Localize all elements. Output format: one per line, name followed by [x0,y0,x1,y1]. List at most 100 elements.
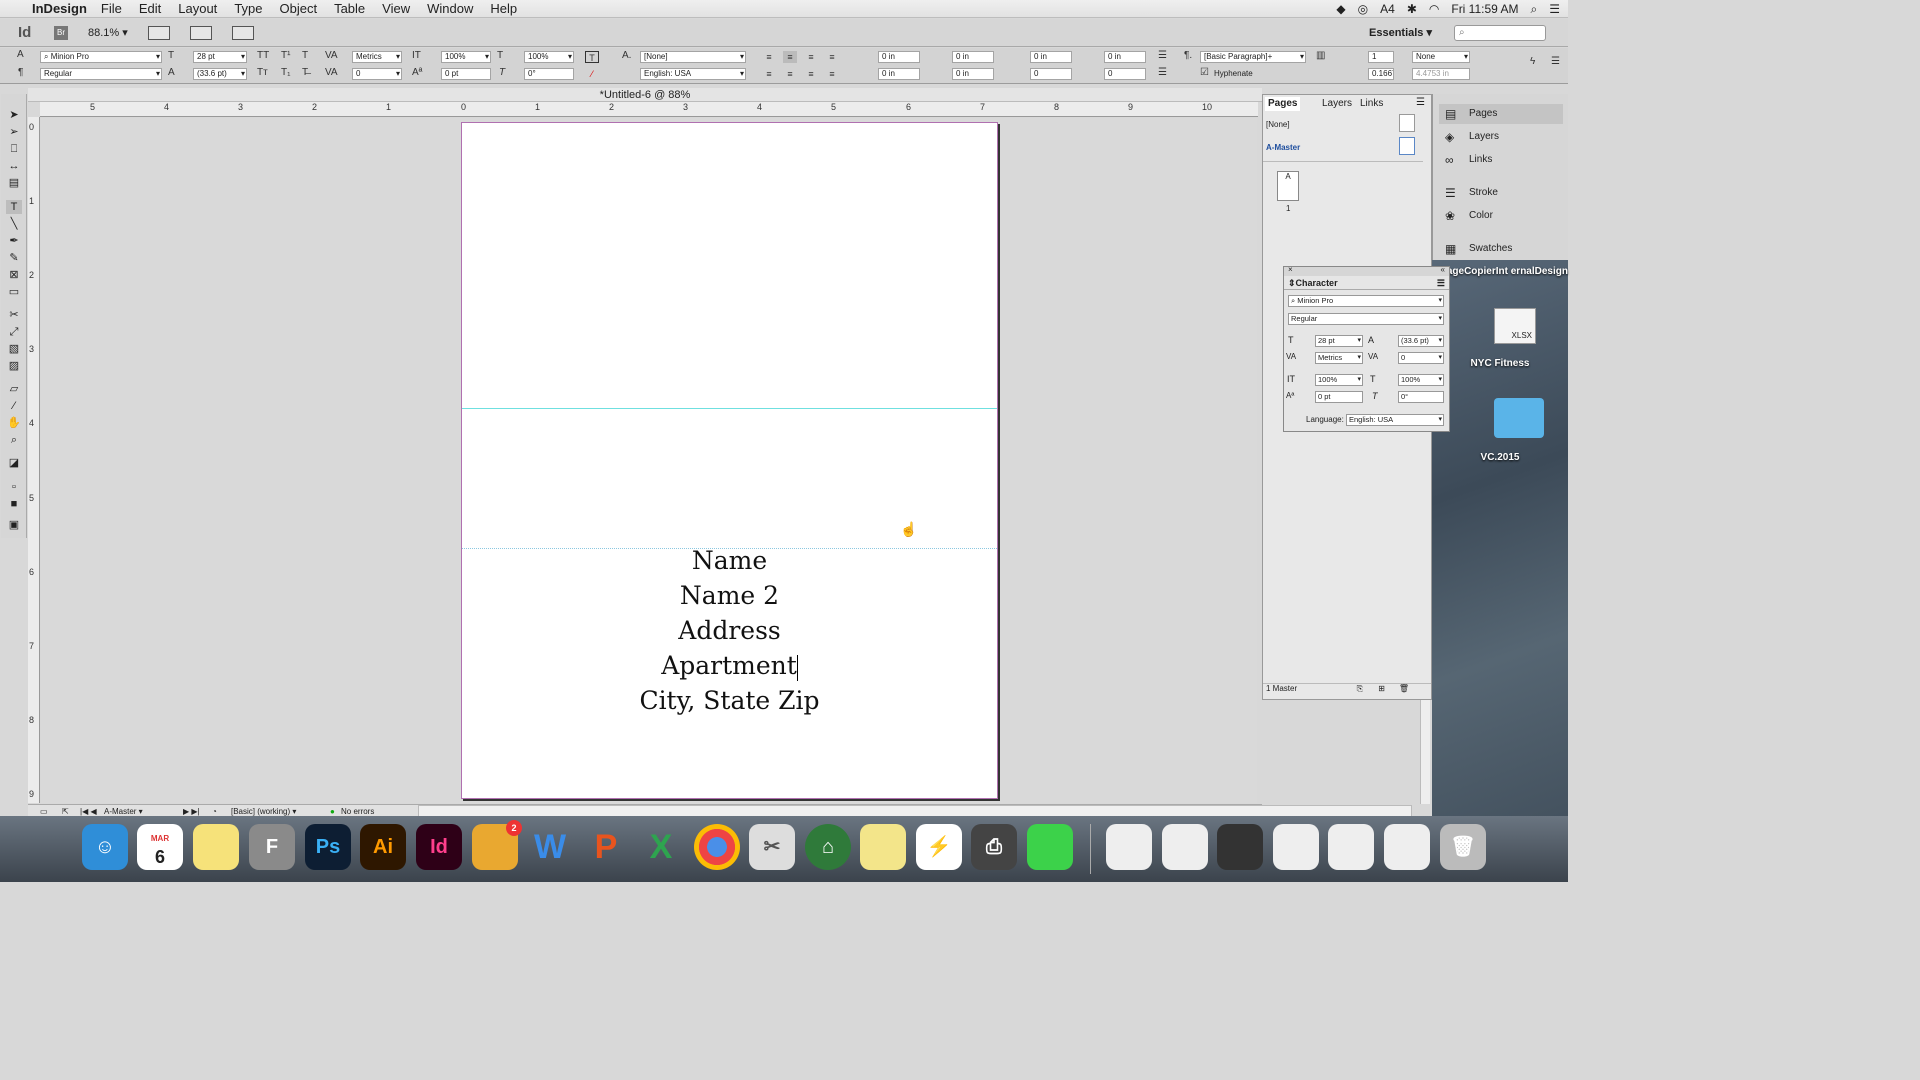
minimized-window-5[interactable] [1328,824,1374,870]
superscript-button[interactable]: T¹ [281,50,290,61]
panel-menu-icon[interactable]: ☰ [1416,97,1425,108]
menu-window[interactable]: Window [427,1,473,16]
skew-field[interactable]: 0° [524,68,574,80]
acrobat-icon[interactable]: ⚡ [916,824,962,870]
adobe-updates-icon[interactable]: Α4 [1380,2,1395,16]
language-select[interactable]: English: USA [640,68,746,80]
formatting-affects-icon[interactable]: ▫ [6,480,22,494]
dock-links[interactable]: ∞ Links [1439,150,1563,170]
numbering-icon[interactable]: ☰ [1158,67,1167,78]
cp-font-family-select[interactable]: ⌕ Minion Pro [1288,295,1444,307]
justify-all-button[interactable]: ≡ [825,68,839,80]
character-mode-icon[interactable]: A [17,49,24,60]
gradient-feather-tool-icon[interactable]: ▨ [6,359,22,373]
columns-field[interactable]: 1 [1368,51,1394,63]
paragraph-mode-icon[interactable]: ¶ [18,67,23,78]
subscript-button[interactable]: T₁ [281,67,290,78]
tracking-field[interactable]: 0 [352,68,402,80]
finder-icon[interactable]: ☺ [82,824,128,870]
tab-links[interactable]: Links [1357,97,1386,111]
horizontal-ruler[interactable]: 5 4 3 2 1 0 1 2 3 4 5 6 7 8 9 10 [40,102,1258,117]
arrange-documents-button[interactable] [231,25,254,40]
hand-tool-icon[interactable]: ✋ [6,416,22,430]
rectangle-frame-tool-icon[interactable]: ⊠ [6,268,22,282]
menu-file[interactable]: File [101,1,122,16]
character-panel-tab[interactable]: ⇕Character ☰ [1284,276,1449,290]
small-caps-button[interactable]: Tт [257,67,268,78]
minimized-window-4[interactable] [1273,824,1319,870]
none-master-thumbnail[interactable] [1399,114,1415,132]
font-size-field[interactable]: 28 pt [193,51,247,63]
notes-icon[interactable] [193,824,239,870]
vertical-scale-field[interactable]: 100% [441,51,491,63]
scissors-tool-icon[interactable]: ✂ [6,308,22,322]
leading-field[interactable]: (33.6 pt) [193,68,247,80]
pen-tool-icon[interactable]: ✒ [6,234,22,248]
page-1-thumbnail[interactable]: A [1277,171,1299,201]
selection-tool-icon[interactable]: ➤ [6,108,22,122]
cp-skew-field[interactable]: 0° [1398,391,1444,403]
gradient-swatch-tool-icon[interactable]: ▧ [6,342,22,356]
menu-table[interactable]: Table [334,1,365,16]
dock-color[interactable]: ❀ Color [1439,206,1563,226]
apply-color-icon[interactable]: ■ [6,497,22,511]
horizontal-scale-field[interactable]: 100% [524,51,574,63]
creative-cloud-icon[interactable]: ◎ [1358,2,1368,16]
none-master-label[interactable]: [None] [1266,120,1290,129]
font-family-select[interactable]: ⌕ Minion Pro [40,51,162,63]
printer-icon[interactable]: ⎙ [971,824,1017,870]
minimized-window-3[interactable] [1217,824,1263,870]
dock-stroke[interactable]: ☰ Stroke [1439,183,1563,203]
utility-icon[interactable]: ⌂ [805,824,851,870]
pencil-tool-icon[interactable]: ✎ [6,251,22,265]
dock-layers[interactable]: ◈ Layers [1439,127,1563,147]
menu-view[interactable]: View [382,1,410,16]
rectangle-tool-icon[interactable]: ▭ [6,285,22,299]
left-indent-field[interactable]: 0 in [878,51,920,63]
chrome-icon[interactable] [694,824,740,870]
address-text-frame[interactable]: Name Name 2 Address Apartment City, Stat… [462,543,997,718]
gutter-field[interactable]: 0.1667 [1368,68,1394,80]
cp-kerning-field[interactable]: Metrics [1315,352,1363,364]
help-search-field[interactable]: ⌕ [1454,24,1546,41]
note-tool-icon[interactable]: ▱ [6,382,22,396]
justify-right-button[interactable]: ≡ [804,68,818,80]
align-left-button[interactable]: ≡ [762,51,776,63]
excel-icon[interactable]: X [638,824,684,870]
new-page-icon[interactable]: ⊞ [1378,684,1385,693]
desktop-item-village-copier[interactable]: VillageCopierInt ernalDesign [1432,266,1568,277]
align-right-button[interactable]: ≡ [804,51,818,63]
direct-selection-tool-icon[interactable]: ➢ [6,125,22,139]
drop-cap-chars-field[interactable]: 0 [1104,68,1146,80]
calendar-icon[interactable]: MAR 6 [137,824,183,870]
content-collector-icon[interactable]: ▤ [6,176,22,190]
free-transform-tool-icon[interactable]: ⤢ [6,325,22,339]
fill-text-icon[interactable]: T [585,51,599,63]
minimized-window-2[interactable] [1162,824,1208,870]
paragraph-style-select[interactable]: [Basic Paragraph]+ [1200,51,1306,63]
photoshop-icon[interactable]: Ps [305,824,351,870]
powerpoint-icon[interactable]: P [583,824,629,870]
hyphenate-checkbox[interactable]: ☑ [1200,67,1209,78]
zoom-level-dropdown[interactable]: 88.1% ▾ [88,26,128,39]
justify-left-button[interactable]: ≡ [762,68,776,80]
align-center-button[interactable]: ≡ [783,51,797,63]
outlook-mail-icon[interactable]: 2 [472,820,522,870]
gap-tool-icon[interactable]: ↔ [6,159,22,173]
address-line-city[interactable]: City, State Zip [462,683,997,718]
panel-menu-icon[interactable]: ☰ [1551,56,1560,67]
justify-center-button[interactable]: ≡ [783,68,797,80]
document-page[interactable]: Name Name 2 Address Apartment City, Stat… [461,122,998,799]
dropbox-icon[interactable]: ◆ [1336,2,1345,16]
desktop-item-vc2015[interactable]: VC.2015 [1432,452,1568,463]
align-towards-spine-button[interactable]: ≡ [825,51,839,63]
last-line-indent-field[interactable]: 0 in [952,68,994,80]
type-tool-icon[interactable]: T [6,200,22,214]
stickies-icon[interactable] [860,824,906,870]
menu-help[interactable]: Help [490,1,517,16]
trash-icon[interactable]: 🗑 [1440,824,1486,870]
menu-app-name[interactable]: InDesign [32,1,87,16]
all-caps-button[interactable]: TT [257,50,269,61]
menubar-clock[interactable]: Fri 11:59 AM [1451,2,1518,16]
minimized-window-1[interactable] [1106,824,1152,870]
